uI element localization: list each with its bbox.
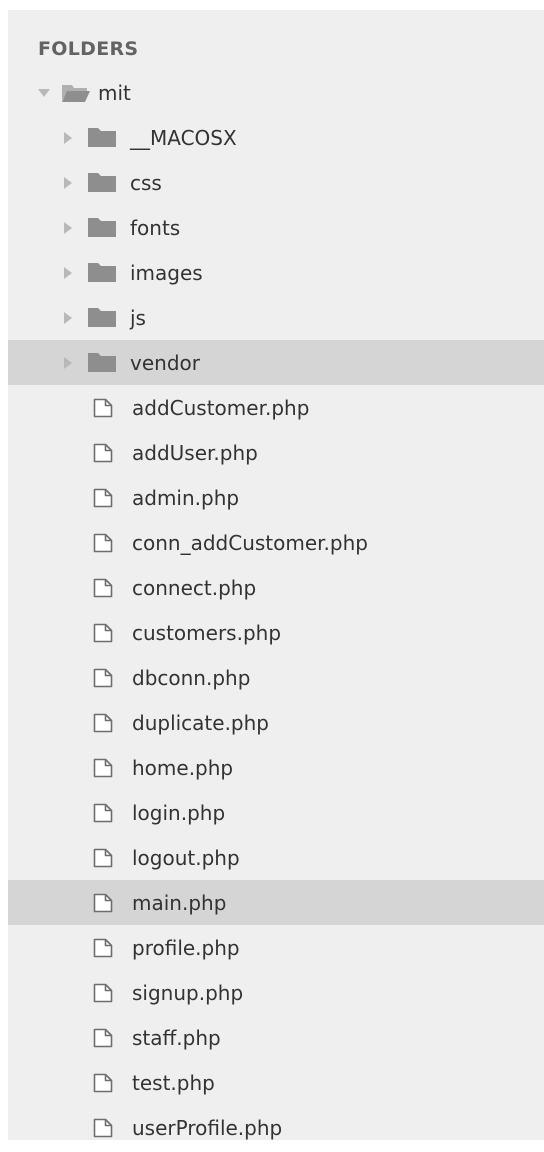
tree-item-label: dbconn.php xyxy=(132,665,251,690)
tree-item-label: conn_addCustomer.php xyxy=(132,530,368,555)
tree-item-conn-addcustomer-php[interactable]: conn_addCustomer.php xyxy=(8,520,544,565)
file-icon xyxy=(92,1117,114,1139)
tree-item-label: duplicate.php xyxy=(132,710,270,735)
tree-item-addcustomer-php[interactable]: addCustomer.php xyxy=(8,385,544,430)
tree-item-vendor[interactable]: vendor xyxy=(8,340,544,385)
tree-item-dbconn-php[interactable]: dbconn.php xyxy=(8,655,544,700)
tree-item-css[interactable]: css xyxy=(8,160,544,205)
file-icon xyxy=(92,802,114,824)
folders-sidebar: FOLDERS mit __MACOSXcss fonts images js vend… xyxy=(8,10,544,1140)
file-icon xyxy=(92,487,114,509)
tree-item-mit[interactable]: mit xyxy=(8,70,544,115)
tree-item-label: mit xyxy=(98,80,131,105)
file-icon xyxy=(92,757,114,779)
file-icon xyxy=(92,667,114,689)
folder-icon xyxy=(87,217,117,238)
file-icon xyxy=(92,937,114,959)
tree-item-label: images xyxy=(130,260,203,285)
tree-item-label: css xyxy=(130,170,162,195)
tree-item-label: fonts xyxy=(130,215,181,240)
tree-item-label: main.php xyxy=(132,890,227,915)
folder-icon xyxy=(87,262,117,283)
tree-item-signup-php[interactable]: signup.php xyxy=(8,970,544,1015)
file-icon xyxy=(92,622,114,644)
tree-item-label: logout.php xyxy=(132,845,240,870)
file-icon xyxy=(92,982,114,1004)
file-icon xyxy=(92,712,114,734)
file-icon xyxy=(92,442,114,464)
tree-item-admin-php[interactable]: admin.php xyxy=(8,475,544,520)
folder-icon xyxy=(87,352,117,373)
tree-item-label: vendor xyxy=(130,350,200,375)
file-icon xyxy=(92,577,114,599)
tree-item-label: test.php xyxy=(132,1070,215,1095)
tree-item-macosx[interactable]: __MACOSX xyxy=(8,115,544,160)
tree-item-fonts[interactable]: fonts xyxy=(8,205,544,250)
tree-item-profile-php[interactable]: profile.php xyxy=(8,925,544,970)
tree-item-js[interactable]: js xyxy=(8,295,544,340)
folder-open-icon xyxy=(61,83,91,103)
disclosure-right-icon[interactable] xyxy=(64,131,72,144)
tree-item-adduser-php[interactable]: addUser.php xyxy=(8,430,544,475)
file-icon xyxy=(92,1027,114,1049)
tree-item-label: staff.php xyxy=(132,1025,221,1050)
tree-item-label: connect.php xyxy=(132,575,257,600)
tree-item-label: userProfile.php xyxy=(132,1115,283,1140)
tree-item-test-php[interactable]: test.php xyxy=(8,1060,544,1105)
disclosure-right-icon[interactable] xyxy=(64,221,72,234)
folder-icon xyxy=(87,127,117,148)
disclosure-right-icon[interactable] xyxy=(64,356,72,369)
tree-item-label: home.php xyxy=(132,755,234,780)
file-icon xyxy=(92,532,114,554)
tree-item-main-php[interactable]: main.php xyxy=(8,880,544,925)
tree-item-label: customers.php xyxy=(132,620,282,645)
disclosure-down-icon[interactable] xyxy=(38,88,50,97)
tree-item-label: admin.php xyxy=(132,485,240,510)
tree-item-duplicate-php[interactable]: duplicate.php xyxy=(8,700,544,745)
tree-item-label: __MACOSX xyxy=(130,125,237,150)
tree-item-connect-php[interactable]: connect.php xyxy=(8,565,544,610)
tree-item-images[interactable]: images xyxy=(8,250,544,295)
tree-item-customers-php[interactable]: customers.php xyxy=(8,610,544,655)
tree-item-label: signup.php xyxy=(132,980,244,1005)
tree-item-label: addUser.php xyxy=(132,440,258,465)
tree-item-login-php[interactable]: login.php xyxy=(8,790,544,835)
tree-item-userprofile-php[interactable]: userProfile.php xyxy=(8,1105,544,1150)
folder-icon xyxy=(87,307,117,328)
file-icon xyxy=(92,892,114,914)
file-icon xyxy=(92,1072,114,1094)
disclosure-right-icon[interactable] xyxy=(64,266,72,279)
tree-item-label: login.php xyxy=(132,800,226,825)
folder-icon xyxy=(87,172,117,193)
tree-item-staff-php[interactable]: staff.php xyxy=(8,1015,544,1060)
disclosure-right-icon[interactable] xyxy=(64,311,72,324)
tree-item-label: js xyxy=(130,305,146,330)
disclosure-right-icon[interactable] xyxy=(64,176,72,189)
tree-item-label: addCustomer.php xyxy=(132,395,310,420)
folders-header: FOLDERS xyxy=(38,38,139,60)
tree-item-label: profile.php xyxy=(132,935,240,960)
file-icon xyxy=(92,397,114,419)
tree-item-logout-php[interactable]: logout.php xyxy=(8,835,544,880)
file-icon xyxy=(92,847,114,869)
tree-item-home-php[interactable]: home.php xyxy=(8,745,544,790)
